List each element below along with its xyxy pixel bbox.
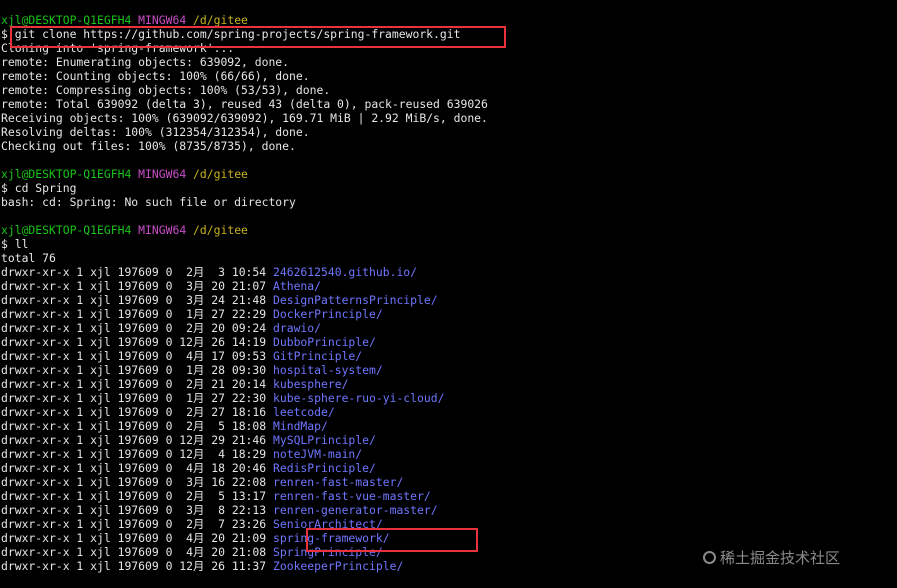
list-item: drwxr-xr-x 1 xjl 197609 0 4月 18 20:46 Re… [1,461,376,475]
entry-meta: drwxr-xr-x 1 xjl 197609 0 3月 16 22:08 [1,475,267,489]
entry-meta: drwxr-xr-x 1 xjl 197609 0 1月 27 22:29 [1,307,267,321]
directory-name: leetcode/ [273,405,335,419]
entry-meta: drwxr-xr-x 1 xjl 197609 0 1月 28 09:30 [1,363,267,377]
clone-output-line: remote: Compressing objects: 100% (53/53… [1,83,331,97]
prompt-host: MINGW64 [138,13,187,27]
directory-name: hospital-system/ [273,363,383,377]
directory-name: renren-fast-master/ [273,475,404,489]
directory-name: MindMap/ [273,419,328,433]
ll-command: $ ll [1,237,29,251]
entry-meta: drwxr-xr-x 1 xjl 197609 0 3月 8 22:13 [1,503,267,517]
clone-output-line: Receiving objects: 100% (639092/639092),… [1,111,488,125]
entry-meta: drwxr-xr-x 1 xjl 197609 0 4月 17 09:53 [1,349,267,363]
prompt-host: MINGW64 [138,167,187,181]
clone-output-line: remote: Counting objects: 100% (66/66), … [1,69,310,83]
entry-meta: drwxr-xr-x 1 xjl 197609 0 2月 5 18:08 [1,419,267,433]
highlight-box-spring-framework [306,528,478,552]
directory-name: DubboPrinciple/ [273,335,376,349]
watermark: 稀土掘金技术社区 [703,548,840,568]
list-item: drwxr-xr-x 1 xjl 197609 0 12月 4 18:29 no… [1,447,362,461]
entry-meta: drwxr-xr-x 1 xjl 197609 0 2月 3 10:54 [1,265,267,279]
list-item: drwxr-xr-x 1 xjl 197609 0 12月 29 21:46 M… [1,433,376,447]
directory-name: ZookeeperPrinciple/ [273,559,404,573]
list-item: drwxr-xr-x 1 xjl 197609 0 2月 21 20:14 ku… [1,377,348,391]
prompt-user: xjl@DESKTOP-Q1EGFH4 [1,223,132,237]
entry-meta: drwxr-xr-x 1 xjl 197609 0 4月 20 21:09 [1,531,267,545]
directory-name: Athena/ [273,279,322,293]
entry-meta: drwxr-xr-x 1 xjl 197609 0 4月 20 21:08 [1,545,267,559]
highlight-box-clone-command [10,26,506,48]
directory-name: 2462612540.github.io/ [273,265,418,279]
directory-name: DesignPatternsPrinciple/ [273,293,438,307]
list-item: drwxr-xr-x 1 xjl 197609 0 4月 17 09:53 Gi… [1,349,362,363]
list-item: drwxr-xr-x 1 xjl 197609 0 3月 8 22:13 ren… [1,503,438,517]
list-item: drwxr-xr-x 1 xjl 197609 0 1月 27 22:30 ku… [1,391,444,405]
list-item: drwxr-xr-x 1 xjl 197609 0 2月 3 10:54 246… [1,265,417,279]
entry-meta: drwxr-xr-x 1 xjl 197609 0 2月 7 23:26 [1,517,267,531]
directory-name: RedisPrinciple/ [273,461,376,475]
clone-output-line: Checking out files: 100% (8735/8735), do… [1,139,296,153]
directory-name: kubesphere/ [273,377,349,391]
entry-meta: drwxr-xr-x 1 xjl 197609 0 1月 27 22:30 [1,391,267,405]
entry-meta: drwxr-xr-x 1 xjl 197609 0 3月 20 21:07 [1,279,267,293]
directory-name: GitPrinciple/ [273,349,363,363]
directory-name: drawio/ [273,321,322,335]
list-item: drwxr-xr-x 1 xjl 197609 0 2月 20 09:24 dr… [1,321,321,335]
clone-output-line: remote: Enumerating objects: 639092, don… [1,55,290,69]
entry-meta: drwxr-xr-x 1 xjl 197609 0 12月 26 11:37 [1,559,267,573]
list-item: drwxr-xr-x 1 xjl 197609 0 3月 24 21:48 De… [1,293,438,307]
directory-name: renren-generator-master/ [273,503,438,517]
entry-meta: drwxr-xr-x 1 xjl 197609 0 2月 20 09:24 [1,321,267,335]
list-item: drwxr-xr-x 1 xjl 197609 0 3月 20 21:07 At… [1,279,321,293]
prompt-path: /d/gitee [193,167,248,181]
cd-error-message: bash: cd: Spring: No such file or direct… [1,195,296,209]
clone-output-line: remote: Total 639092 (delta 3), reused 4… [1,97,488,111]
ll-total: total 76 [1,251,56,265]
entry-meta: drwxr-xr-x 1 xjl 197609 0 2月 27 18:16 [1,405,267,419]
prompt-user: xjl@DESKTOP-Q1EGFH4 [1,167,132,181]
prompt-host: MINGW64 [138,223,187,237]
entry-meta: drwxr-xr-x 1 xjl 197609 0 4月 18 20:46 [1,461,267,475]
prompt-path: /d/gitee [193,13,248,27]
prompt-line: xjl@DESKTOP-Q1EGFH4 MINGW64 /d/gitee [1,13,248,27]
clone-output-line: Resolving deltas: 100% (312354/312354), … [1,125,310,139]
entry-meta: drwxr-xr-x 1 xjl 197609 0 12月 29 21:46 [1,433,267,447]
entry-meta: drwxr-xr-x 1 xjl 197609 0 2月 21 20:14 [1,377,267,391]
directory-name: MySQLPrinciple/ [273,433,376,447]
list-item: drwxr-xr-x 1 xjl 197609 0 2月 5 13:17 ren… [1,489,431,503]
entry-meta: drwxr-xr-x 1 xjl 197609 0 12月 26 14:19 [1,335,267,349]
terminal-window[interactable]: xjl@DESKTOP-Q1EGFH4 MINGW64 /d/gitee $ g… [0,0,897,588]
list-item: drwxr-xr-x 1 xjl 197609 0 2月 27 18:16 le… [1,405,335,419]
prompt-line: xjl@DESKTOP-Q1EGFH4 MINGW64 /d/gitee [1,167,248,181]
entry-meta: drwxr-xr-x 1 xjl 197609 0 3月 24 21:48 [1,293,267,307]
list-item: drwxr-xr-x 1 xjl 197609 0 2月 5 18:08 Min… [1,419,328,433]
directory-name: DockerPrinciple/ [273,307,383,321]
list-item: drwxr-xr-x 1 xjl 197609 0 1月 28 09:30 ho… [1,363,383,377]
directory-name: renren-fast-vue-master/ [273,489,431,503]
prompt-line: xjl@DESKTOP-Q1EGFH4 MINGW64 /d/gitee [1,223,248,237]
directory-name: noteJVM-main/ [273,447,363,461]
prompt-user: xjl@DESKTOP-Q1EGFH4 [1,13,132,27]
list-item: drwxr-xr-x 1 xjl 197609 0 3月 16 22:08 re… [1,475,403,489]
entry-meta: drwxr-xr-x 1 xjl 197609 0 12月 4 18:29 [1,447,267,461]
watermark-text: 稀土掘金技术社区 [720,549,841,567]
list-item: drwxr-xr-x 1 xjl 197609 0 12月 26 14:19 D… [1,335,376,349]
juejin-logo-icon [703,551,716,564]
directory-name: kube-sphere-ruo-yi-cloud/ [273,391,445,405]
entry-meta: drwxr-xr-x 1 xjl 197609 0 2月 5 13:17 [1,489,267,503]
list-item: drwxr-xr-x 1 xjl 197609 0 12月 26 11:37 Z… [1,559,403,573]
prompt-path: /d/gitee [193,223,248,237]
list-item: drwxr-xr-x 1 xjl 197609 0 1月 27 22:29 Do… [1,307,383,321]
cd-command: $ cd Spring [1,181,77,195]
